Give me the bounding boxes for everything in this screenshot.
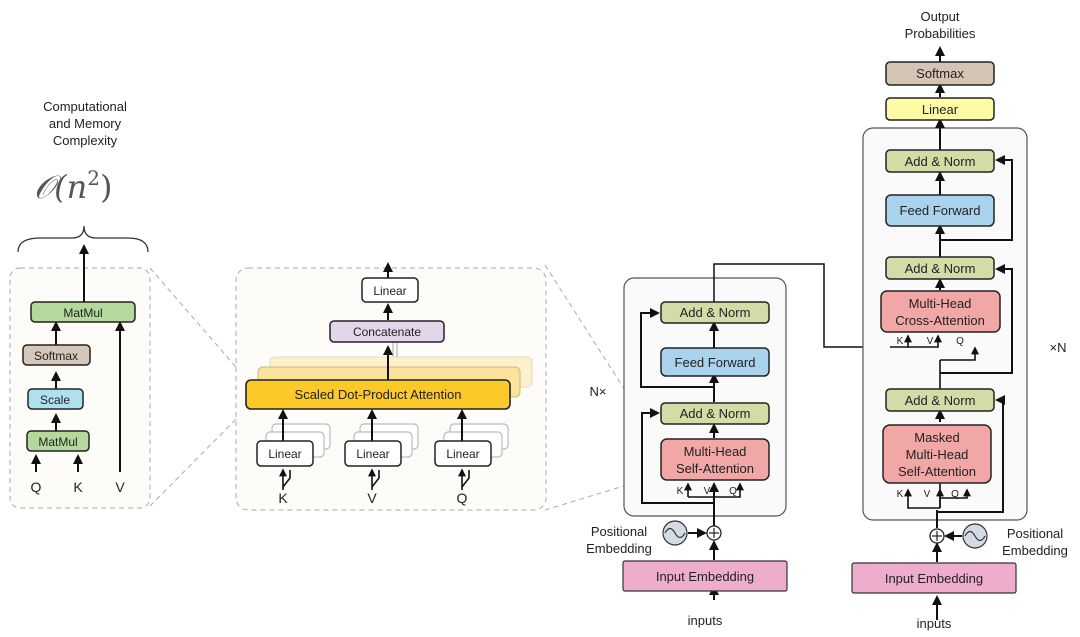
encoder: N× Add & Norm Feed Forward Add & Norm Mu… bbox=[586, 263, 890, 628]
svg-text:Positional: Positional bbox=[1007, 526, 1063, 541]
mha-panel: Linear Concatenate Scaled Dot-Product At… bbox=[235, 262, 547, 511]
decoder-add-norm-top: Add & Norm bbox=[885, 149, 995, 173]
complexity-title-line-3: Complexity bbox=[53, 133, 118, 148]
svg-text:Add & Norm: Add & Norm bbox=[905, 154, 976, 169]
svg-text:Linear: Linear bbox=[446, 447, 479, 461]
svg-text:Add & Norm: Add & Norm bbox=[680, 406, 751, 421]
mha-linear-k: Linear bbox=[256, 440, 314, 467]
svg-text:Feed Forward: Feed Forward bbox=[900, 203, 981, 218]
svg-text:Linear: Linear bbox=[373, 284, 406, 298]
decoder-k-label: K bbox=[897, 489, 904, 500]
svg-text:Add & Norm: Add & Norm bbox=[905, 261, 976, 276]
encoder-inputs-label: inputs bbox=[688, 613, 723, 628]
mha-scaled-dot-product-attention: Scaled Dot-Product Attention bbox=[245, 379, 511, 410]
decoder-v-label: V bbox=[924, 489, 931, 500]
svg-text:Input Embedding: Input Embedding bbox=[656, 569, 754, 584]
encoder-positional-embedding: Positional Embedding bbox=[586, 520, 722, 556]
sdpa-panel: MatMul Softmax Scale MatMul Q K V bbox=[9, 244, 151, 509]
sdpa-matmul-top: MatMul bbox=[30, 301, 136, 323]
complexity-formula: 𝒪(n2) bbox=[34, 166, 112, 206]
encoder-q-label: Q bbox=[729, 486, 737, 497]
svg-text:Self-Attention: Self-Attention bbox=[898, 464, 976, 479]
svg-text:Masked: Masked bbox=[914, 430, 960, 445]
mha-linear-q: Linear bbox=[434, 440, 492, 467]
cross-v-label: V bbox=[927, 336, 934, 347]
mha-input-v: V bbox=[367, 490, 377, 506]
svg-text:Positional: Positional bbox=[591, 524, 647, 539]
output-label-line-1: Output bbox=[920, 9, 959, 24]
complexity-title-line-2: and Memory bbox=[49, 116, 122, 131]
svg-text:Scaled Dot-Product Attention: Scaled Dot-Product Attention bbox=[295, 387, 462, 402]
svg-text:Linear: Linear bbox=[356, 447, 389, 461]
sdpa-input-k: K bbox=[73, 479, 83, 495]
decoder-q-label: Q bbox=[951, 489, 959, 500]
mha-linear-out: Linear bbox=[361, 277, 419, 303]
decoder-inputs-label: inputs bbox=[917, 616, 952, 631]
svg-text:Embedding: Embedding bbox=[1002, 543, 1068, 558]
decoder-add-norm-mid: Add & Norm bbox=[885, 256, 995, 280]
sdpa-input-q: Q bbox=[31, 479, 42, 495]
transformer-diagram: Computational and Memory Complexity 𝒪(n2… bbox=[9, 9, 1068, 631]
complexity-annotation: Computational and Memory Complexity 𝒪(n2… bbox=[17, 99, 149, 253]
svg-text:Linear: Linear bbox=[268, 447, 301, 461]
decoder-linear: Linear bbox=[885, 97, 995, 121]
svg-text:Self-Attention: Self-Attention bbox=[676, 461, 754, 476]
decoder: Output Probabilities ×N Softmax Linear A… bbox=[851, 9, 1068, 631]
encoder-add-norm-top: Add & Norm bbox=[660, 301, 770, 324]
encoder-add-norm-bottom: Add & Norm bbox=[660, 402, 770, 425]
sdpa-matmul-bottom: MatMul bbox=[26, 430, 90, 452]
sdpa-scale: Scale bbox=[27, 388, 84, 410]
svg-text:MatMul: MatMul bbox=[38, 435, 77, 449]
svg-text:Feed Forward: Feed Forward bbox=[675, 355, 756, 370]
decoder-cross-attention: Multi-Head Cross-Attention bbox=[880, 290, 1001, 333]
svg-text:Scale: Scale bbox=[40, 393, 70, 407]
decoder-softmax: Softmax bbox=[885, 61, 995, 86]
svg-text:Add & Norm: Add & Norm bbox=[905, 393, 976, 408]
decoder-feed-forward: Feed Forward bbox=[885, 194, 995, 227]
svg-text:MatMul: MatMul bbox=[63, 306, 102, 320]
decoder-repeat-label: ×N bbox=[1050, 340, 1067, 355]
encoder-input-embedding: Input Embedding bbox=[622, 560, 788, 592]
cross-k-label: K bbox=[897, 336, 904, 347]
decoder-positional-embedding: Positional Embedding bbox=[929, 523, 1068, 558]
encoder-feed-forward: Feed Forward bbox=[660, 347, 770, 377]
mha-input-q: Q bbox=[457, 490, 468, 506]
encoder-repeat-label: N× bbox=[590, 384, 607, 399]
svg-text:Softmax: Softmax bbox=[916, 66, 964, 81]
cross-q-label: Q bbox=[956, 336, 964, 347]
decoder-input-embedding: Input Embedding bbox=[851, 562, 1017, 594]
svg-text:Concatenate: Concatenate bbox=[353, 325, 421, 339]
decoder-add-norm-bottom: Add & Norm bbox=[885, 388, 995, 412]
encoder-self-attention: Multi-Head Self-Attention bbox=[660, 438, 770, 481]
svg-text:Multi-Head: Multi-Head bbox=[684, 444, 747, 459]
mha-concatenate: Concatenate bbox=[329, 320, 445, 343]
mha-linear-v: Linear bbox=[344, 440, 402, 467]
encoder-k-label: K bbox=[677, 486, 684, 497]
svg-text:Multi-Head: Multi-Head bbox=[906, 447, 969, 462]
sdpa-softmax: Softmax bbox=[22, 344, 91, 366]
svg-text:Input Embedding: Input Embedding bbox=[885, 571, 983, 586]
complexity-title-line-1: Computational bbox=[43, 99, 127, 114]
mha-input-k: K bbox=[278, 490, 288, 506]
output-label-line-2: Probabilities bbox=[905, 26, 976, 41]
svg-text:Add & Norm: Add & Norm bbox=[680, 305, 751, 320]
svg-text:Linear: Linear bbox=[922, 102, 959, 117]
svg-text:Softmax: Softmax bbox=[34, 349, 78, 363]
sdpa-input-v: V bbox=[115, 479, 125, 495]
svg-text:Cross-Attention: Cross-Attention bbox=[895, 313, 985, 328]
svg-text:Embedding: Embedding bbox=[586, 541, 652, 556]
encoder-v-label: V bbox=[704, 486, 711, 497]
svg-text:Multi-Head: Multi-Head bbox=[909, 296, 972, 311]
decoder-masked-self-attention: Masked Multi-Head Self-Attention bbox=[882, 424, 992, 484]
